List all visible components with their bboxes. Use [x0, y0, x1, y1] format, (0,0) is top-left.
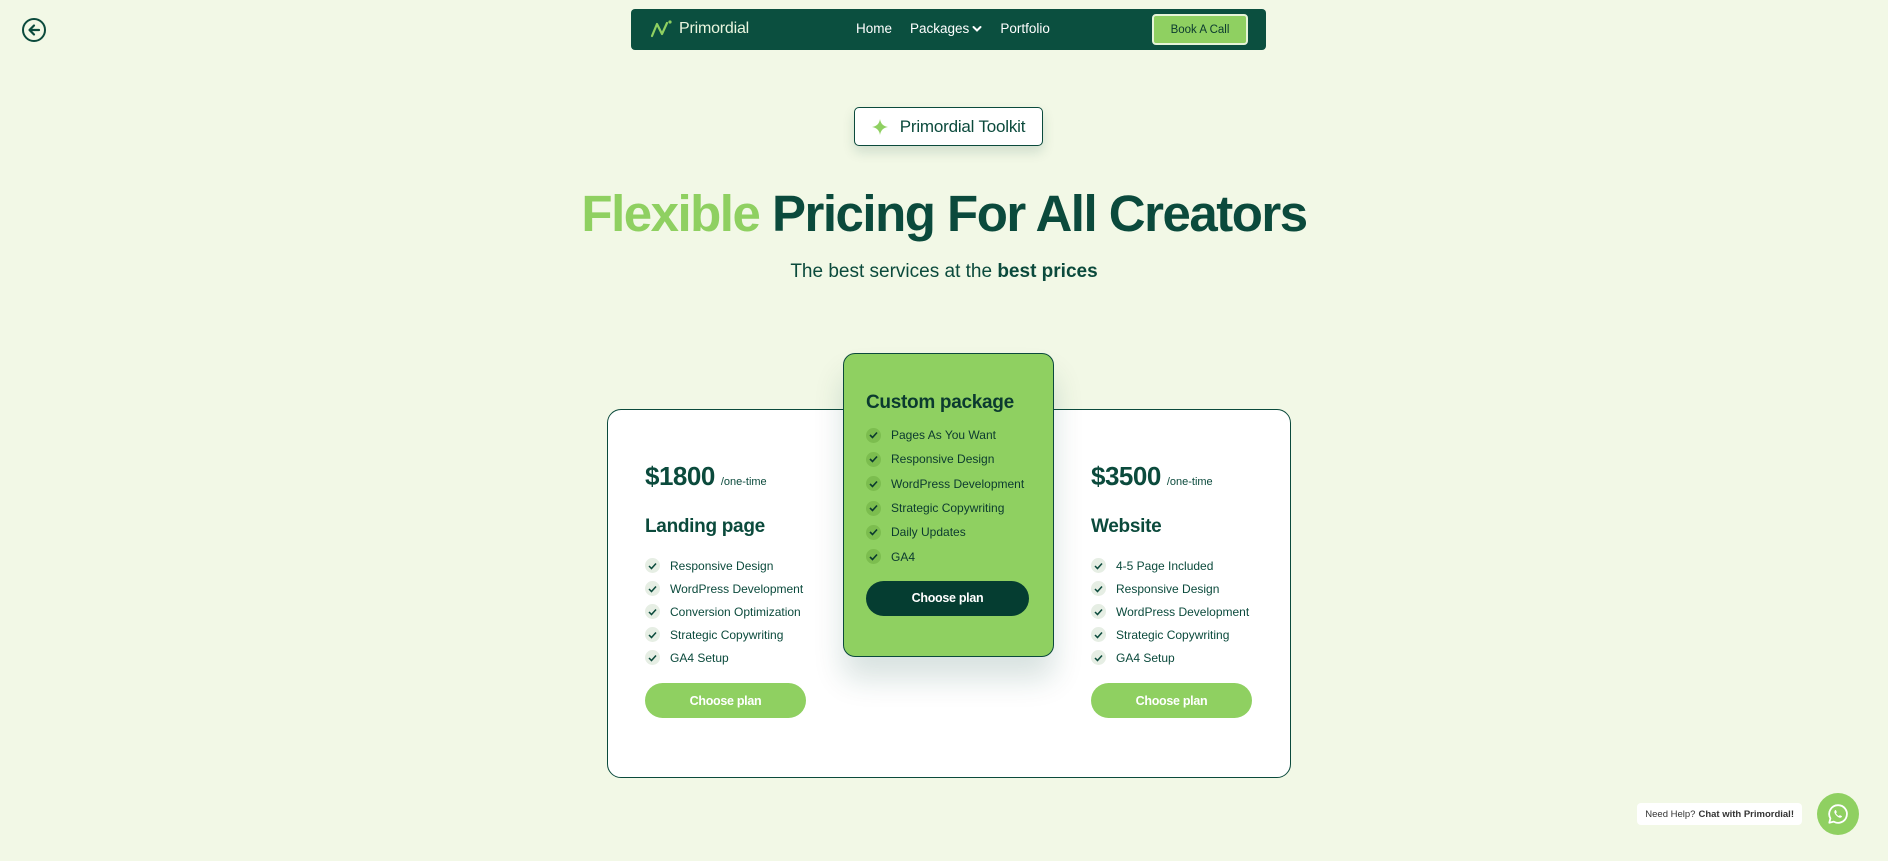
- plan-custom-title: Custom package: [866, 392, 1014, 413]
- page-title-accent: Flexible: [581, 185, 760, 242]
- page-subtitle-bold: best prices: [997, 261, 1098, 282]
- plan-landing-title: Landing page: [645, 516, 765, 537]
- check-icon: [866, 549, 881, 565]
- check-icon: [1091, 558, 1106, 573]
- plan-landing-features: Responsive Design WordPress Development …: [645, 554, 806, 669]
- check-icon: [866, 451, 881, 467]
- feature-item: Strategic Copywriting: [866, 496, 1053, 520]
- chevron-down-icon: [972, 25, 982, 32]
- toolkit-badge-label: Primordial Toolkit: [899, 116, 1026, 136]
- check-icon: [1091, 581, 1106, 596]
- sparkle-icon: [871, 118, 888, 135]
- feature-item: Daily Updates: [866, 520, 1053, 544]
- arrow-left-icon: [28, 24, 41, 36]
- check-icon: [1091, 627, 1106, 642]
- check-icon: [645, 650, 660, 665]
- plan-landing-period: /one-time: [720, 476, 767, 488]
- feature-item: Pages As You Want: [866, 423, 1053, 447]
- feature-item: Responsive Design: [866, 447, 1053, 471]
- primordial-logo-icon: [650, 20, 672, 38]
- check-icon: [866, 500, 881, 516]
- whatsapp-icon: [1828, 804, 1848, 824]
- book-call-button[interactable]: Book A Call: [1152, 14, 1248, 45]
- plan-website-title: Website: [1091, 516, 1162, 537]
- plan-website-period: /one-time: [1166, 476, 1213, 488]
- plan-landing-page: $1800 /one-time Landing page Responsive …: [645, 461, 806, 718]
- brand-logo[interactable]: Primordial: [649, 18, 749, 40]
- check-icon: [1091, 650, 1106, 665]
- nav-link-packages[interactable]: Packages: [910, 21, 982, 36]
- help-chat-label[interactable]: Need Help? Chat with Primordial!: [1637, 803, 1802, 825]
- nav-links: Home Packages Portfolio: [856, 21, 1050, 36]
- plan-website-price-row: $3500 /one-time: [1091, 461, 1252, 492]
- feature-label: Daily Updates: [891, 525, 966, 540]
- check-icon: [645, 604, 660, 619]
- plan-website-features: 4-5 Page Included Responsive Design Word…: [1091, 554, 1252, 669]
- feature-item: 4-5 Page Included: [1091, 554, 1252, 577]
- check-icon: [645, 627, 660, 642]
- toolkit-badge: Primordial Toolkit: [854, 107, 1043, 146]
- feature-item: Responsive Design: [1091, 577, 1252, 600]
- feature-label: Responsive Design: [1116, 581, 1220, 596]
- plan-website-price: $3500: [1091, 461, 1161, 491]
- check-icon: [645, 558, 660, 573]
- help-chat-prefix: Need Help?: [1645, 808, 1696, 820]
- check-icon: [866, 427, 881, 443]
- help-chat-link: Chat with Primordial!: [1698, 808, 1794, 820]
- top-navbar: Primordial Home Packages Portfolio Book …: [631, 9, 1266, 50]
- feature-label: WordPress Development: [891, 476, 1025, 491]
- back-button[interactable]: [22, 18, 46, 42]
- check-icon: [1091, 604, 1106, 619]
- nav-link-home[interactable]: Home: [856, 21, 892, 36]
- plan-website: $3500 /one-time Website 4-5 Page Include…: [1091, 461, 1252, 718]
- plan-custom-features: Pages As You Want Responsive Design Word…: [866, 423, 1053, 569]
- feature-item: WordPress Development: [866, 472, 1053, 496]
- feature-item: Strategic Copywriting: [645, 623, 806, 646]
- page-title: Flexible Pricing For All Creators: [0, 184, 1888, 243]
- feature-item: Conversion Optimization: [645, 600, 806, 623]
- feature-item: Strategic Copywriting: [1091, 623, 1252, 646]
- feature-label: GA4: [891, 549, 916, 564]
- feature-label: Responsive Design: [670, 558, 774, 573]
- check-icon: [866, 524, 881, 540]
- choose-plan-landing-button[interactable]: Choose plan: [645, 683, 806, 718]
- feature-label: WordPress Development: [1116, 604, 1250, 619]
- feature-label: Conversion Optimization: [670, 604, 801, 619]
- nav-link-portfolio[interactable]: Portfolio: [1000, 21, 1050, 36]
- feature-label: 4-5 Page Included: [1116, 558, 1214, 573]
- feature-label: Strategic Copywriting: [670, 627, 784, 642]
- check-icon: [866, 476, 881, 492]
- plan-landing-price-row: $1800 /one-time: [645, 461, 806, 492]
- brand-name: Primordial: [679, 20, 750, 37]
- feature-label: Strategic Copywriting: [891, 501, 1005, 516]
- page-title-rest: Pricing For All Creators: [759, 185, 1308, 242]
- feature-label: WordPress Development: [670, 581, 804, 596]
- feature-label: GA4 Setup: [1116, 650, 1175, 665]
- feature-item: GA4 Setup: [645, 646, 806, 669]
- feature-label: Pages As You Want: [891, 428, 996, 443]
- feature-label: Responsive Design: [891, 452, 995, 467]
- page-subtitle-prefix: The best services at the: [790, 261, 998, 282]
- feature-label: GA4 Setup: [670, 650, 729, 665]
- page-subtitle: The best services at the best prices: [0, 261, 1888, 283]
- feature-item: GA4 Setup: [1091, 646, 1252, 669]
- feature-item: Responsive Design: [645, 554, 806, 577]
- plan-landing-price: $1800: [645, 461, 715, 491]
- feature-item: WordPress Development: [645, 577, 806, 600]
- feature-label: Strategic Copywriting: [1116, 627, 1230, 642]
- whatsapp-chat-button[interactable]: [1817, 793, 1859, 835]
- plan-custom-package: Custom package Pages As You Want Respons…: [843, 353, 1054, 657]
- nav-link-packages-label: Packages: [910, 21, 970, 36]
- choose-plan-custom-button[interactable]: Choose plan: [866, 580, 1029, 616]
- choose-plan-website-button[interactable]: Choose plan: [1091, 683, 1252, 718]
- feature-item: GA4: [866, 544, 1053, 568]
- feature-item: WordPress Development: [1091, 600, 1252, 623]
- check-icon: [645, 581, 660, 596]
